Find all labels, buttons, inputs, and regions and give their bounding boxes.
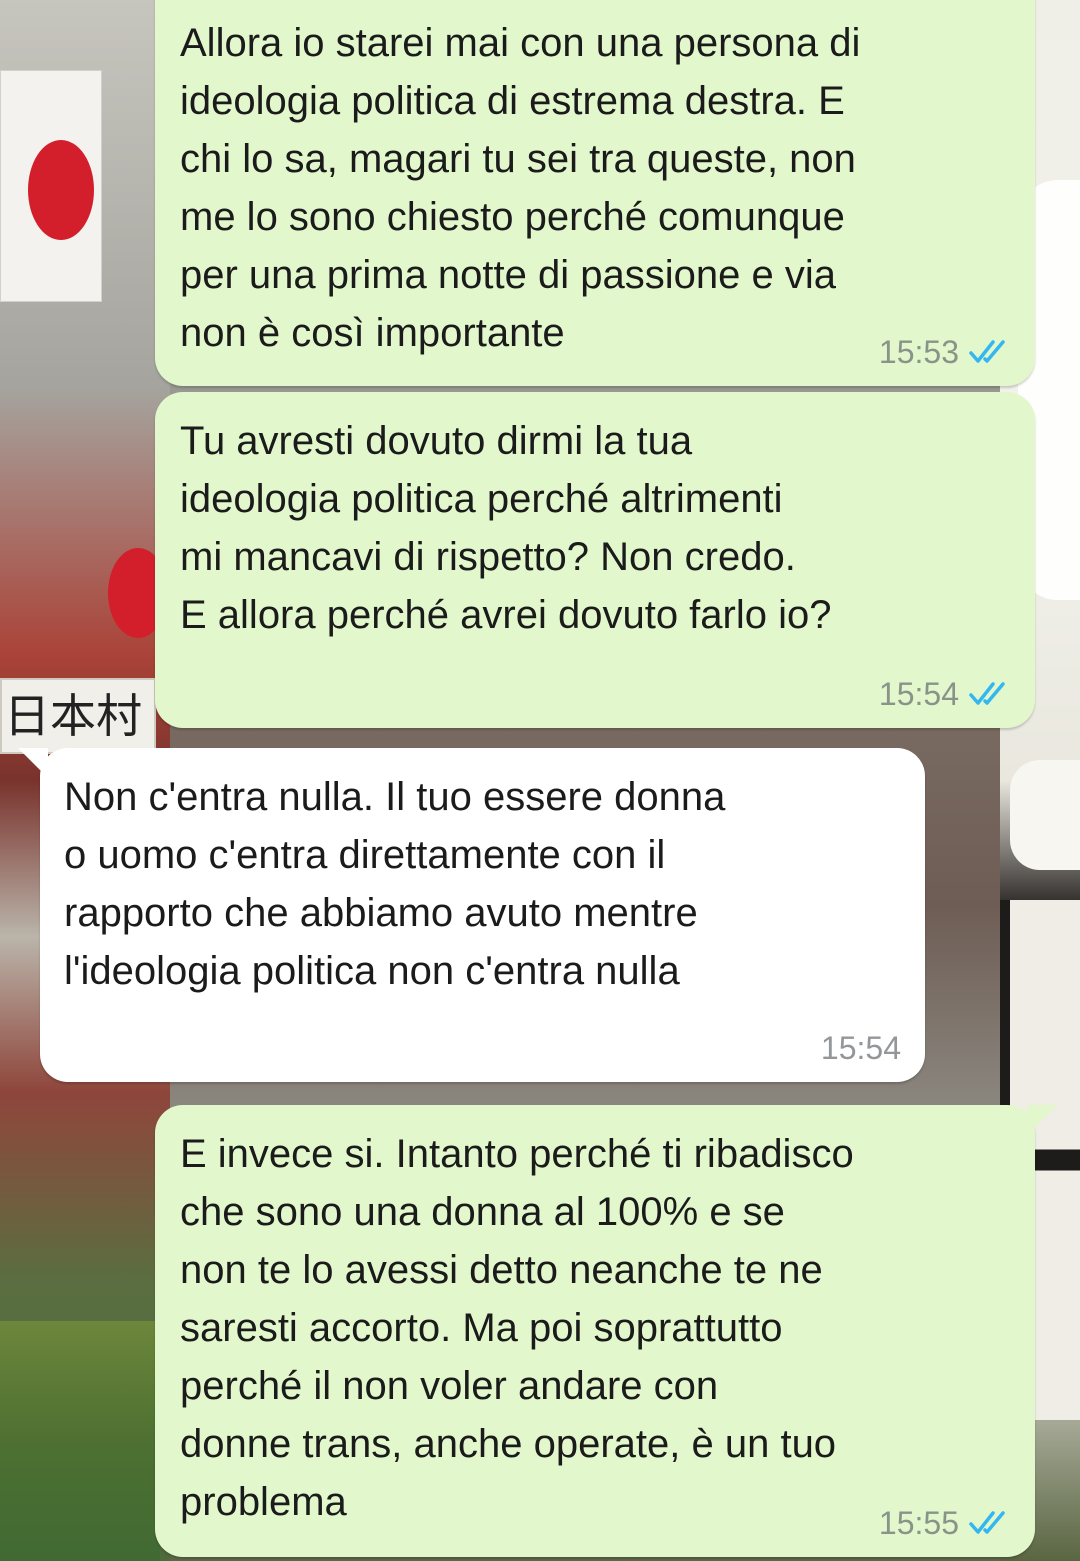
double-check-read-icon [969, 339, 1011, 365]
double-check-read-icon [969, 681, 1011, 707]
message-meta: 15:54 [879, 676, 1011, 712]
message-meta: 15:53 [879, 334, 1011, 370]
double-check-read-icon [969, 1510, 1011, 1536]
message-text: Allora io starei mai con una persona di … [180, 21, 861, 355]
message-list[interactable]: Allora io starei mai con una persona di … [0, 0, 1080, 1561]
message-time: 15:55 [878, 1505, 959, 1541]
message-time: 15:53 [878, 334, 959, 370]
message-meta: 15:54 [821, 1030, 901, 1066]
message-text: E invece si. Intanto perché ti ribadisco… [180, 1132, 854, 1524]
message-time: 15:54 [878, 676, 959, 712]
outgoing-message-bubble[interactable]: Tu avresti dovuto dirmi la tua ideologia… [155, 392, 1035, 728]
message-text: Non c'entra nulla. Il tuo essere donna o… [64, 775, 726, 993]
message-meta: 15:55 [879, 1505, 1011, 1541]
message-time: 15:54 [820, 1030, 901, 1066]
outgoing-message-bubble[interactable]: E invece si. Intanto perché ti ribadisco… [155, 1105, 1057, 1557]
incoming-message-bubble[interactable]: Non c'entra nulla. Il tuo essere donna o… [18, 748, 925, 1082]
outgoing-message-bubble[interactable]: Allora io starei mai con una persona di … [155, 0, 1035, 386]
message-text: Tu avresti dovuto dirmi la tua ideologia… [180, 419, 832, 637]
